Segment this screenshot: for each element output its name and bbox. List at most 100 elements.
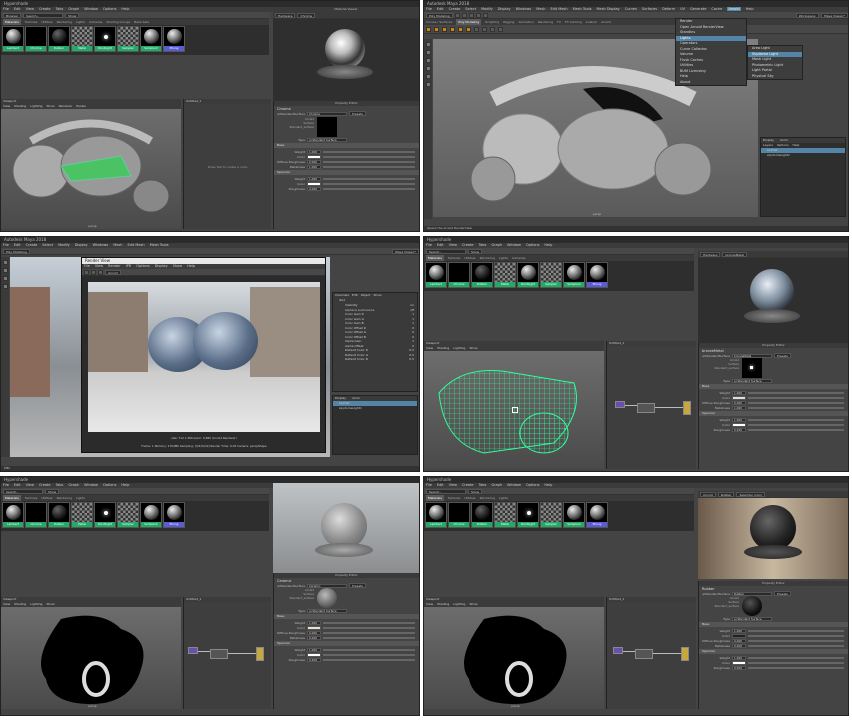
tab-textures[interactable]: Textures bbox=[448, 495, 461, 501]
swatch[interactable]: Chrome bbox=[25, 502, 47, 528]
menu-file[interactable]: File bbox=[3, 243, 9, 247]
tab-materials[interactable]: Materials bbox=[426, 495, 444, 501]
menu-create[interactable]: Create bbox=[39, 483, 51, 487]
tab-textures[interactable]: Textures bbox=[25, 19, 38, 25]
work-area-tab[interactable]: Untitled_1 bbox=[607, 341, 696, 346]
menu-edit-mesh[interactable]: Edit Mesh bbox=[127, 243, 144, 247]
menu-show[interactable]: Show bbox=[469, 346, 477, 350]
new-scene-icon[interactable] bbox=[454, 12, 460, 18]
menu-graph[interactable]: Graph bbox=[491, 243, 502, 247]
spec-roughness-field[interactable]: 0.200 bbox=[307, 657, 321, 662]
shelf-tab[interactable]: FX bbox=[557, 19, 561, 25]
tab-lights[interactable]: Lights bbox=[76, 19, 85, 25]
menu-file[interactable]: File bbox=[3, 483, 9, 487]
cone-icon[interactable] bbox=[450, 26, 455, 32]
spec-color-slider[interactable] bbox=[748, 661, 844, 664]
menu-view[interactable]: View bbox=[3, 602, 10, 606]
menu-create[interactable]: Create bbox=[462, 243, 474, 247]
spec-weight-field[interactable]: 1.000 bbox=[307, 647, 321, 652]
swatch[interactable]: Phong bbox=[163, 502, 185, 528]
tab-utilities[interactable]: Utilities bbox=[464, 495, 475, 501]
menu-options[interactable]: Options bbox=[526, 483, 540, 487]
base-color-swatch[interactable] bbox=[307, 625, 321, 630]
material-dropdown[interactable]: bronzeMetal bbox=[722, 251, 747, 257]
move-gizmo[interactable] bbox=[512, 407, 518, 413]
type-dropdown[interactable]: ai Standard Surface bbox=[732, 616, 772, 621]
metalness-field[interactable]: 1.000 bbox=[732, 405, 746, 410]
show-button[interactable]: Show bbox=[45, 488, 60, 494]
tab-anim[interactable]: Anim bbox=[352, 396, 360, 400]
swatch[interactable]: PointLight bbox=[517, 502, 539, 528]
swatch[interactable]: Rubber bbox=[471, 262, 493, 288]
spec-weight-field[interactable]: 1.000 bbox=[307, 176, 321, 181]
menu-window[interactable]: Window bbox=[84, 7, 98, 11]
merge-icon[interactable] bbox=[498, 26, 503, 32]
renderer-dropdown[interactable]: Arnold bbox=[700, 491, 716, 497]
section-base[interactable]: Base bbox=[699, 384, 848, 389]
swatch[interactable]: Sampler bbox=[117, 502, 139, 528]
menu-tabs[interactable]: Tabs bbox=[56, 7, 64, 11]
tab-utilities[interactable]: Utilities bbox=[41, 19, 52, 25]
command-line[interactable]: MEL bbox=[1, 466, 419, 471]
shader-name-field[interactable]: Ceramic bbox=[307, 583, 347, 588]
diffuse-roughness-slider[interactable] bbox=[748, 639, 844, 642]
channel-value[interactable]: 0.5 bbox=[409, 357, 414, 362]
base-color-slider[interactable] bbox=[748, 396, 844, 399]
shader-name-field[interactable]: Rubber bbox=[732, 591, 772, 596]
spec-roughness-slider[interactable] bbox=[748, 428, 844, 431]
menu-arnold[interactable]: Arnold bbox=[727, 7, 741, 11]
menu-help[interactable]: Help bbox=[187, 264, 195, 268]
section-specular[interactable]: Specular bbox=[274, 641, 419, 646]
channel-row[interactable]: Default Color B 0.5 bbox=[339, 357, 417, 362]
menu-show[interactable]: Show bbox=[469, 602, 477, 606]
menu-create[interactable]: Create bbox=[39, 7, 51, 11]
metalness-slider[interactable] bbox=[748, 644, 844, 647]
menu-help[interactable]: Help bbox=[544, 483, 552, 487]
menu-help[interactable]: Help bbox=[746, 7, 754, 11]
spec-color-slider[interactable] bbox=[323, 653, 415, 656]
base-weight-field[interactable]: 1.000 bbox=[732, 390, 746, 395]
menu-item-about[interactable]: About bbox=[676, 80, 746, 86]
menu-display[interactable]: Display bbox=[75, 243, 88, 247]
menu-create[interactable]: Create bbox=[462, 483, 474, 487]
node-editor[interactable]: Untitled_1 bbox=[606, 341, 696, 469]
spec-roughness-slider[interactable] bbox=[323, 658, 415, 661]
scale-tool-icon[interactable] bbox=[2, 284, 8, 289]
tab-bake-sets[interactable]: Bake Sets bbox=[134, 19, 149, 25]
metalness-slider[interactable] bbox=[323, 636, 415, 639]
menu-view[interactable]: View bbox=[3, 104, 10, 108]
paint-tool-icon[interactable] bbox=[425, 58, 431, 63]
menu-lighting[interactable]: Lighting bbox=[30, 104, 42, 108]
diffuse-roughness-slider[interactable] bbox=[323, 160, 415, 163]
tab-utilities[interactable]: Utilities bbox=[464, 255, 475, 261]
menu-mesh[interactable]: Mesh bbox=[113, 243, 122, 247]
diffuse-roughness-slider[interactable] bbox=[748, 401, 844, 404]
spec-color-slider[interactable] bbox=[748, 423, 844, 426]
workspace-dropdown[interactable]: Maya Classic* bbox=[392, 248, 419, 254]
metalness-field[interactable]: 0.000 bbox=[307, 635, 321, 640]
menu-shading[interactable]: Shading bbox=[14, 104, 26, 108]
menu-render[interactable]: Render bbox=[108, 264, 120, 268]
menu-mesh-tools[interactable]: Mesh Tools bbox=[573, 7, 592, 11]
menu-show[interactable]: Show bbox=[46, 602, 54, 606]
search-input[interactable]: Search... bbox=[426, 248, 466, 254]
sphere-icon[interactable] bbox=[426, 26, 431, 32]
spec-color-swatch[interactable] bbox=[307, 652, 321, 657]
swatch[interactable]: Sampler2 bbox=[563, 502, 585, 528]
swatch[interactable]: Phong bbox=[586, 262, 608, 288]
tab-display[interactable]: Display bbox=[335, 396, 346, 400]
tab-textures[interactable]: Textures bbox=[25, 495, 38, 501]
shelf-tab[interactable]: Rendering bbox=[538, 19, 553, 25]
work-area-tab[interactable]: Untitled_1 bbox=[184, 99, 271, 104]
tab-display[interactable]: Display bbox=[763, 138, 774, 142]
menu-options[interactable]: Options bbox=[777, 143, 789, 147]
shelf-tab[interactable]: FX Caching bbox=[565, 19, 582, 25]
menu-cache[interactable]: Cache bbox=[711, 7, 722, 11]
rotate-tool-icon[interactable] bbox=[425, 74, 431, 79]
spec-weight-slider[interactable] bbox=[323, 177, 415, 180]
menu-item-physical-sky[interactable]: Physical Sky bbox=[748, 74, 802, 80]
menu-renderer[interactable]: Renderer bbox=[59, 104, 73, 108]
spec-roughness-field[interactable]: 0.500 bbox=[732, 665, 746, 670]
tab-materials[interactable]: Materials bbox=[3, 495, 21, 501]
layer-item[interactable]: skydomeLight1 bbox=[333, 406, 417, 411]
